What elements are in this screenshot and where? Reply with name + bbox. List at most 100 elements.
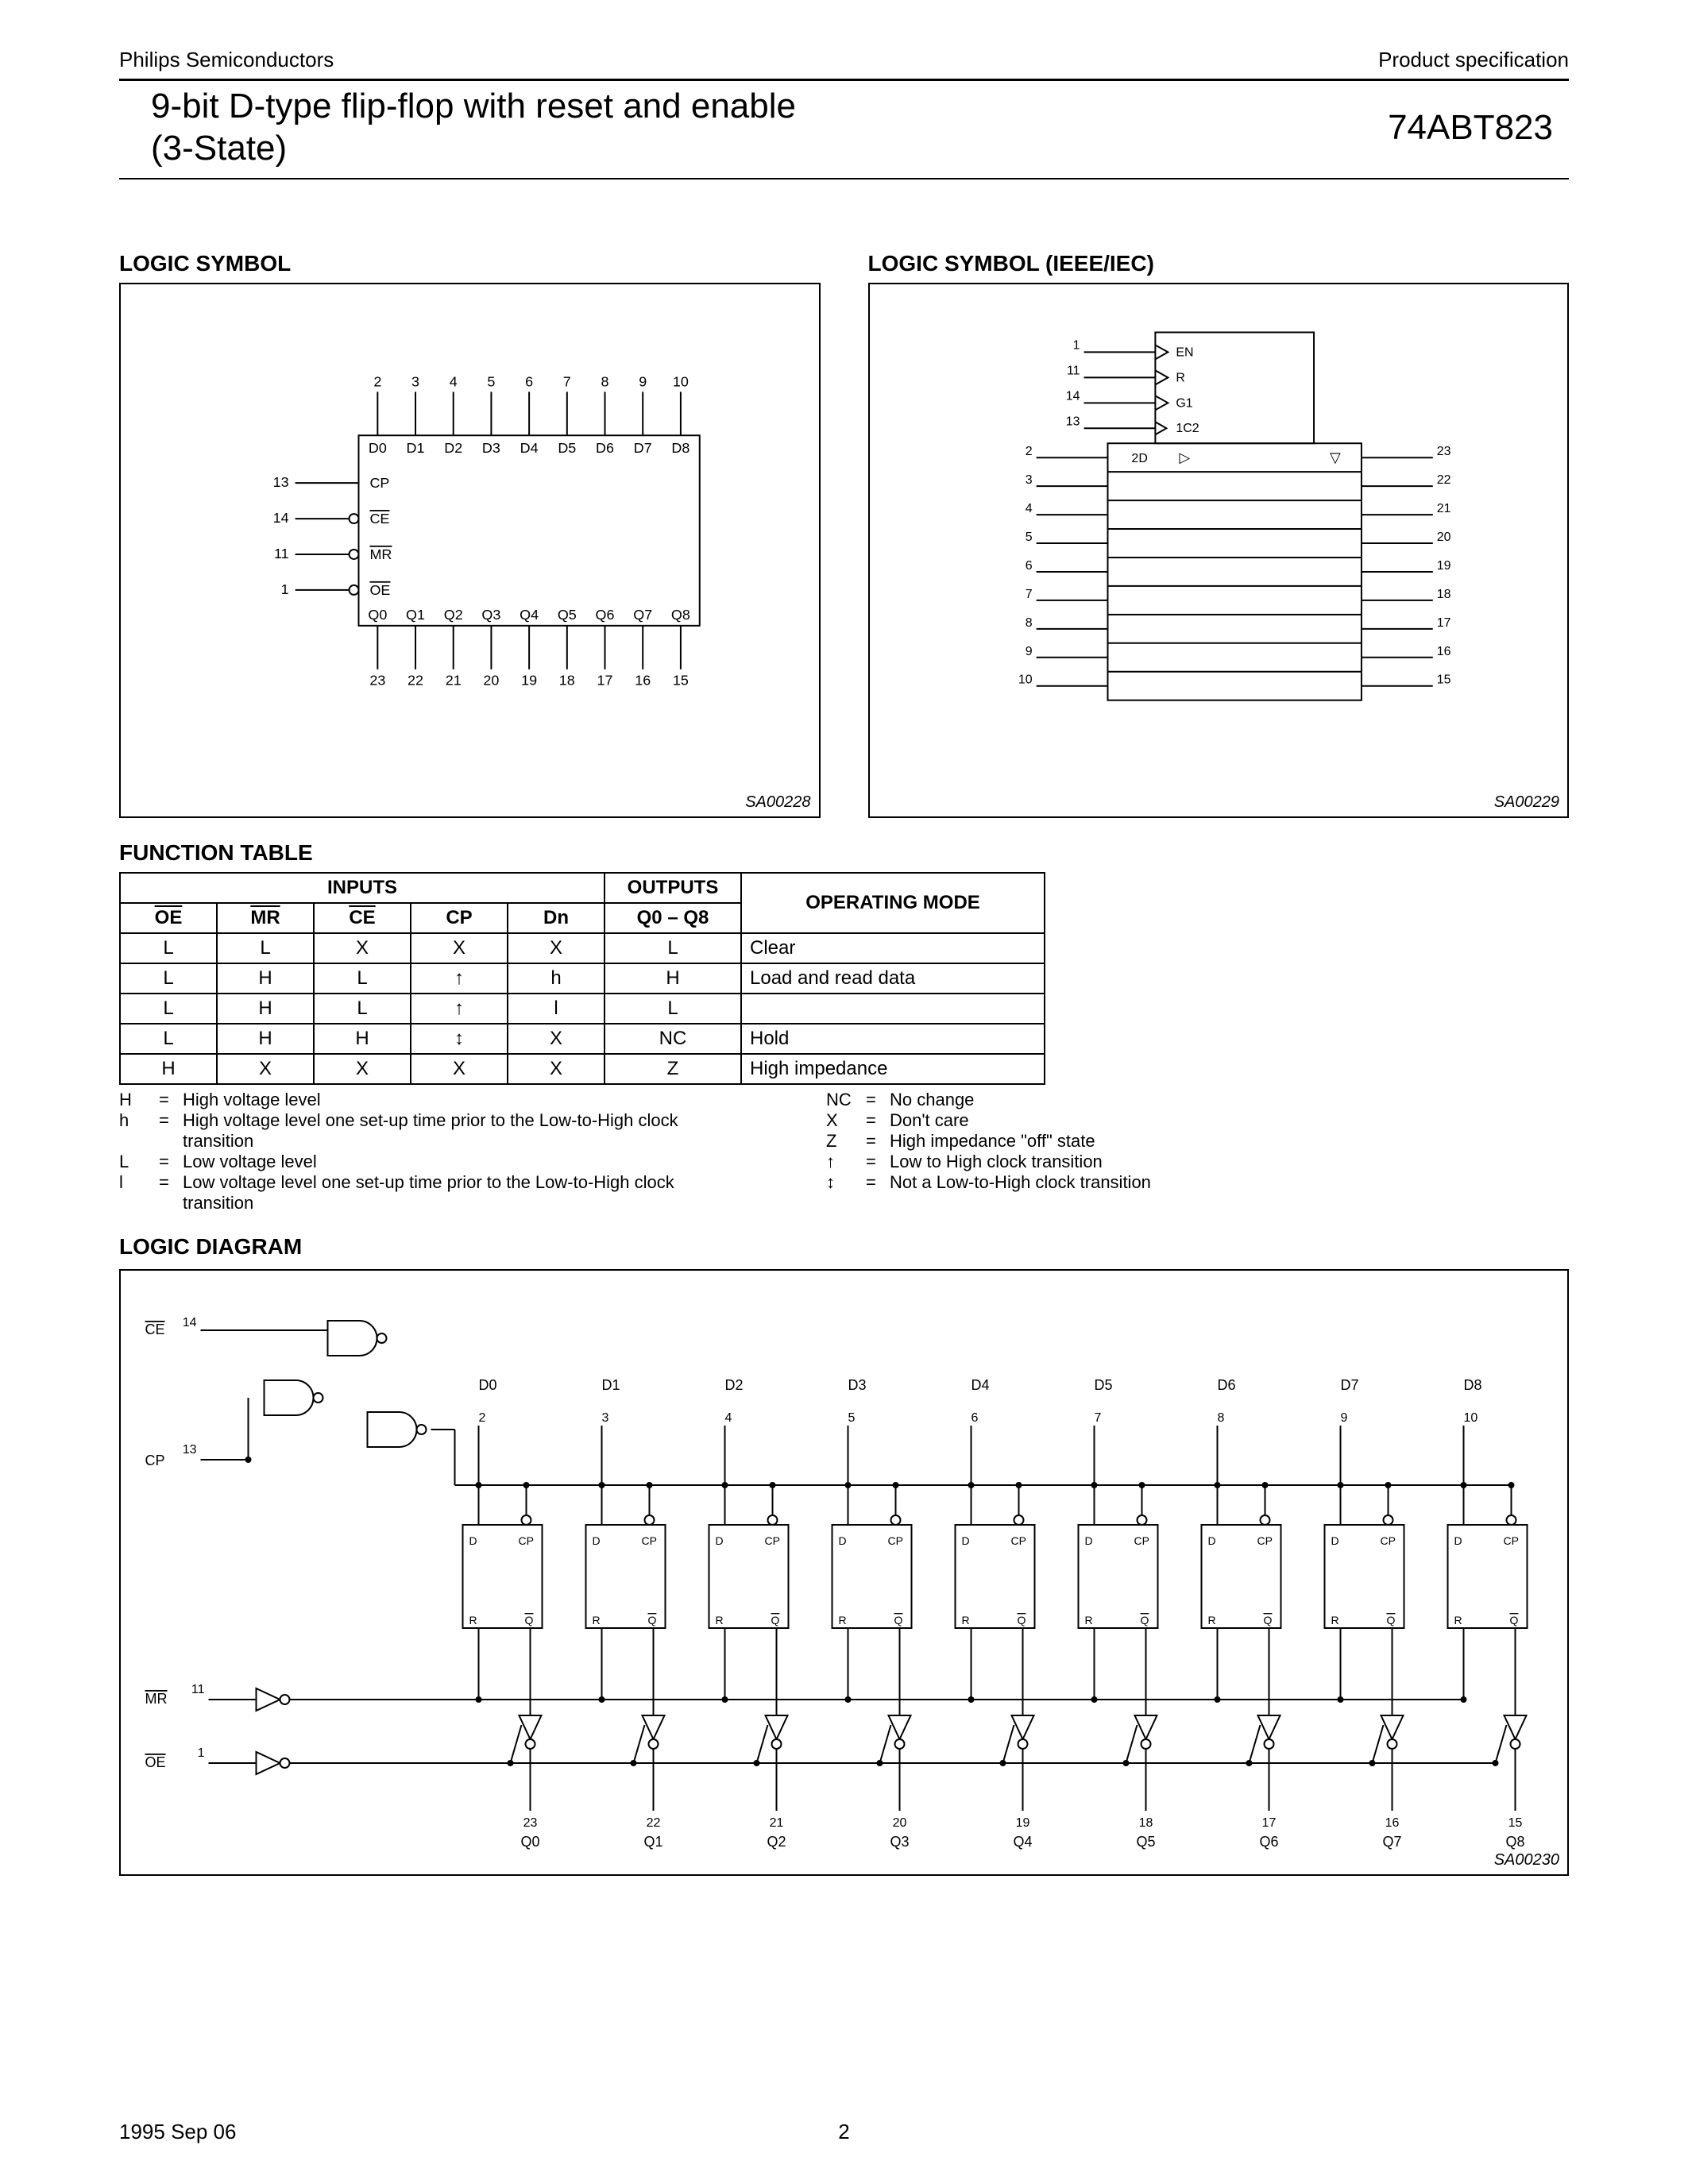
svg-text:9: 9	[1341, 1411, 1348, 1425]
svg-text:15: 15	[1508, 1816, 1523, 1830]
svg-text:MR: MR	[369, 546, 392, 562]
svg-text:D5: D5	[558, 440, 576, 456]
svg-text:1C2: 1C2	[1176, 422, 1199, 435]
svg-text:10: 10	[673, 373, 689, 389]
svg-text:Q7: Q7	[633, 606, 652, 622]
svg-text:20: 20	[893, 1816, 907, 1830]
svg-text:Q8: Q8	[671, 606, 690, 622]
svg-text:7: 7	[1025, 587, 1032, 600]
svg-text:EN: EN	[1176, 345, 1193, 359]
svg-text:2: 2	[1025, 445, 1032, 458]
svg-text:D3: D3	[482, 440, 500, 456]
svg-text:CP: CP	[1011, 1534, 1026, 1547]
svg-text:21: 21	[446, 672, 462, 688]
svg-text:OE: OE	[145, 1754, 166, 1770]
svg-text:Q: Q	[1018, 1614, 1026, 1626]
svg-text:CP: CP	[1134, 1534, 1149, 1547]
svg-text:Q1: Q1	[406, 606, 425, 622]
svg-text:D2: D2	[725, 1377, 744, 1393]
svg-text:D: D	[1208, 1534, 1216, 1547]
svg-text:9: 9	[1025, 644, 1032, 658]
svg-text:D6: D6	[596, 440, 614, 456]
svg-text:14: 14	[273, 510, 289, 526]
title-line-1: 9-bit D-type flip-flop with reset and en…	[151, 86, 796, 128]
svg-text:D: D	[593, 1534, 601, 1547]
svg-text:D: D	[839, 1534, 847, 1547]
svg-text:Q6: Q6	[596, 606, 615, 622]
svg-text:8: 8	[1218, 1411, 1225, 1425]
svg-text:1: 1	[1072, 338, 1080, 352]
svg-text:CP: CP	[1257, 1534, 1273, 1547]
logic-diagram-box: CE14CP13D02DCPRQ23Q0D13DCPRQ22Q1D24DCPRQ…	[119, 1269, 1569, 1876]
svg-text:4: 4	[725, 1411, 732, 1425]
svg-text:D6: D6	[1218, 1377, 1236, 1393]
logic-symbol-box: 2D0Q0233D1Q1224D2Q2215D3Q3206D4Q4197D5Q5…	[119, 283, 821, 818]
svg-text:17: 17	[1436, 615, 1450, 629]
svg-text:D4: D4	[971, 1377, 990, 1393]
svg-text:Q5: Q5	[558, 606, 577, 622]
svg-text:19: 19	[1016, 1816, 1030, 1830]
svg-text:16: 16	[1385, 1816, 1400, 1830]
svg-text:Q: Q	[648, 1614, 657, 1626]
svg-text:Q: Q	[771, 1614, 780, 1626]
svg-text:D0: D0	[479, 1377, 497, 1393]
svg-text:5: 5	[848, 1411, 856, 1425]
heading-function-table: FUNCTION TABLE	[119, 840, 1569, 866]
svg-text:R: R	[1454, 1614, 1462, 1626]
svg-text:11: 11	[1066, 364, 1080, 377]
svg-text:10: 10	[1018, 673, 1032, 686]
svg-text:18: 18	[559, 672, 575, 688]
svg-text:1: 1	[198, 1746, 205, 1760]
svg-text:D8: D8	[1464, 1377, 1482, 1393]
legend: H=High voltage levelh=High voltage level…	[119, 1090, 1569, 1214]
svg-text:Q6: Q6	[1259, 1834, 1278, 1850]
svg-text:2: 2	[479, 1411, 486, 1425]
svg-text:Q: Q	[1387, 1614, 1396, 1626]
doc-type: Product specification	[1378, 48, 1569, 72]
svg-text:Q: Q	[894, 1614, 903, 1626]
svg-text:Q: Q	[525, 1614, 534, 1626]
svg-text:2D: 2D	[1131, 452, 1147, 465]
figure-tag: SA00230	[1494, 1851, 1559, 1870]
svg-text:D7: D7	[1341, 1377, 1359, 1393]
svg-text:9: 9	[639, 373, 647, 389]
svg-text:CP: CP	[888, 1534, 903, 1547]
svg-text:R: R	[593, 1614, 601, 1626]
svg-text:CP: CP	[642, 1534, 657, 1547]
svg-text:23: 23	[523, 1816, 538, 1830]
svg-text:Q4: Q4	[520, 606, 539, 622]
svg-text:4: 4	[450, 373, 458, 389]
svg-text:D: D	[716, 1534, 724, 1547]
title-line-2: (3-State)	[151, 128, 796, 170]
svg-text:15: 15	[673, 672, 689, 688]
figure-tag: SA00228	[745, 793, 810, 812]
part-number: 74ABT823	[1388, 108, 1569, 148]
heading-ieee-symbol: LOGIC SYMBOL (IEEE/IEC)	[868, 251, 1570, 276]
svg-text:3: 3	[1025, 473, 1032, 487]
svg-text:R: R	[1176, 371, 1185, 384]
svg-text:CP: CP	[1381, 1534, 1396, 1547]
footer-page: 2	[838, 2120, 849, 2144]
svg-text:G1: G1	[1176, 396, 1192, 410]
svg-text:Q1: Q1	[643, 1834, 662, 1850]
svg-text:20: 20	[483, 672, 499, 688]
svg-text:Q2: Q2	[767, 1834, 786, 1850]
svg-text:D0: D0	[369, 440, 387, 456]
svg-text:R: R	[962, 1614, 970, 1626]
svg-text:Q2: Q2	[444, 606, 463, 622]
svg-text:8: 8	[601, 373, 609, 389]
svg-text:Q0: Q0	[368, 606, 387, 622]
svg-text:21: 21	[770, 1816, 784, 1830]
heading-logic-symbol: LOGIC SYMBOL	[119, 251, 821, 276]
heading-logic-diagram: LOGIC DIAGRAM	[119, 1234, 1569, 1260]
svg-text:4: 4	[1025, 502, 1032, 515]
svg-text:D7: D7	[634, 440, 652, 456]
svg-text:13: 13	[273, 474, 289, 490]
svg-text:11: 11	[274, 546, 289, 561]
svg-text:Q4: Q4	[1013, 1834, 1032, 1850]
svg-text:D1: D1	[602, 1377, 620, 1393]
svg-text:CE: CE	[369, 511, 389, 527]
svg-text:D3: D3	[848, 1377, 867, 1393]
svg-text:22: 22	[408, 672, 423, 688]
svg-text:D: D	[1085, 1534, 1093, 1547]
